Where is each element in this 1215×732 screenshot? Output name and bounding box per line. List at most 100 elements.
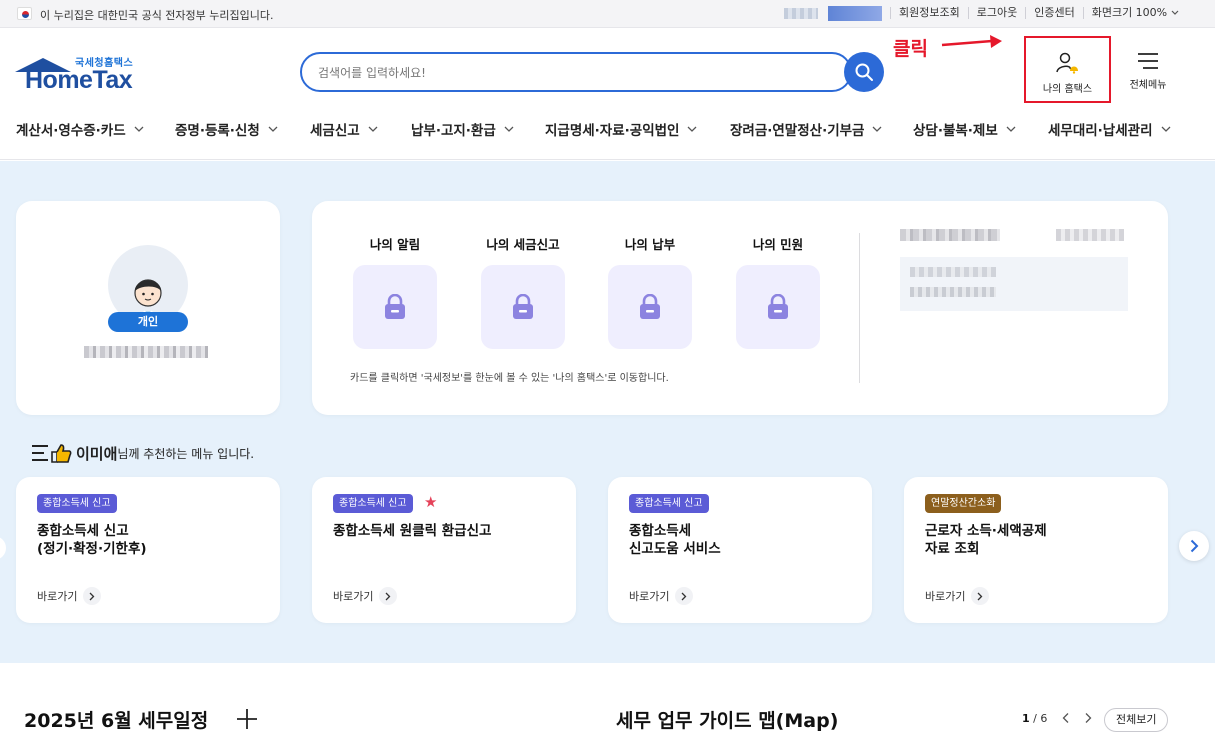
nav-label: 증명·등록·신청	[175, 123, 260, 139]
divider	[859, 233, 860, 383]
main-nav: 계산서·영수증·카드 증명·등록·신청 세금신고 납부·고지·환급 지급명세·자…	[0, 112, 1215, 160]
arrow-right-icon	[941, 35, 1002, 48]
page-total: / 6	[1033, 712, 1048, 725]
card-title: 종합소득세 신고 (정기·확정·기한후)	[37, 523, 147, 557]
recommend-card[interactable]: 종합소득세 신고 ★ 종합소득세 원클릭 환급신고 바로가기	[312, 477, 576, 623]
search-icon	[855, 63, 873, 81]
korea-flag-icon	[17, 7, 32, 20]
tile-title: 나의 세금신고	[486, 237, 560, 252]
chevron-down-icon	[268, 126, 278, 132]
lock-icon	[608, 265, 692, 349]
go-link[interactable]: 바로가기	[37, 587, 102, 605]
go-link[interactable]: 바로가기	[629, 587, 694, 605]
nav-invoice-receipt-card[interactable]: 계산서·영수증·카드	[16, 119, 144, 139]
screen-size-dropdown[interactable]: 화면크기 100%	[1082, 6, 1187, 19]
redacted-user-name	[828, 6, 882, 21]
pager: 1 / 6	[1022, 712, 1047, 725]
go-link[interactable]: 바로가기	[925, 587, 990, 605]
tile-title: 나의 납부	[624, 237, 676, 252]
lock-icon	[481, 265, 565, 349]
page-current: 1	[1022, 712, 1030, 725]
recommend-card[interactable]: 연말정산간소화 근로자 소득·세액공제 자료 조회 바로가기	[904, 477, 1168, 623]
hamburger-menu-icon	[1138, 53, 1158, 69]
redacted-info-box	[900, 257, 1128, 311]
search-input[interactable]	[318, 63, 818, 83]
chevron-left-icon[interactable]	[1061, 712, 1071, 724]
profile-card: 개인	[16, 201, 280, 415]
tile-title: 나의 민원	[752, 237, 804, 252]
chevron-down-icon	[1006, 126, 1016, 132]
all-menu-label: 전체메뉴	[1129, 80, 1167, 91]
nav-label: 납부·고지·환급	[411, 123, 496, 139]
chevron-right-icon	[971, 587, 990, 605]
tile-my-civil-petitions[interactable]: 나의 민원	[735, 234, 821, 349]
nav-tax-agent[interactable]: 세무대리·납세관리	[1048, 119, 1171, 139]
star-icon: ★	[424, 493, 438, 511]
logout-link[interactable]: 로그아웃	[967, 7, 1025, 19]
chevron-right-icon	[675, 587, 694, 605]
tile-title: 나의 알림	[369, 237, 421, 252]
user-name: 이미애	[76, 444, 118, 463]
cert-center-link[interactable]: 인증센터	[1025, 7, 1082, 19]
chevron-down-icon	[688, 126, 697, 132]
recommend-heading: 이미애 님께 추천하는 메뉴 입니다.	[30, 442, 254, 464]
nav-label: 세금신고	[310, 123, 360, 139]
card-title: 근로자 소득·세액공제 자료 조회	[925, 523, 1047, 557]
click-annotation: 클릭	[893, 38, 928, 60]
all-menu-button[interactable]: 전체메뉴	[1124, 52, 1172, 91]
hometax-logo[interactable]: 국세청홈택스 HomeTax	[15, 52, 145, 96]
tile-my-payment[interactable]: 나의 납부	[607, 234, 693, 349]
chevron-down-icon	[368, 126, 378, 132]
redacted-info	[900, 229, 1000, 241]
utility-bar: 이 누리집은 대한민국 공식 전자정부 누리집입니다. 회원정보조회 로그아웃 …	[0, 0, 1215, 28]
nav-label: 지급명세·자료·공익법인	[545, 123, 680, 139]
redacted-user-info	[784, 8, 818, 19]
logo-wordmark: HomeTax	[25, 66, 133, 94]
nav-incentive-yearend[interactable]: 장려금·연말정산·기부금	[730, 119, 882, 139]
go-label: 바로가기	[37, 590, 78, 603]
card-title: 종합소득세 원클릭 환급신고	[333, 523, 492, 539]
go-label: 바로가기	[333, 590, 374, 603]
gov-notice[interactable]: 이 누리집은 대한민국 공식 전자정부 누리집입니다.	[40, 7, 274, 23]
redacted-user-name	[84, 346, 208, 358]
lock-icon	[736, 265, 820, 349]
view-all-button[interactable]: 전체보기	[1104, 708, 1169, 732]
nav-tax-filing[interactable]: 세금신고	[310, 119, 378, 139]
recommend-card[interactable]: 종합소득세 신고 종합소득세 신고 (정기·확정·기한후) 바로가기	[16, 477, 280, 623]
schedule-title: 2025년 6월 세무일정	[24, 710, 209, 732]
chevron-down-icon	[134, 126, 144, 132]
nav-payment-refund[interactable]: 납부·고지·환급	[411, 119, 514, 139]
my-hometax-label: 나의 홈택스	[1042, 84, 1093, 95]
carousel-next-button[interactable]	[1179, 531, 1209, 561]
info-note: 카드를 클릭하면 '국세정보'를 한눈에 볼 수 있는 '나의 홈택스'로 이동…	[350, 373, 669, 384]
search-box	[300, 52, 852, 92]
my-hometax-button[interactable]: 나의 홈택스	[1024, 36, 1111, 103]
tile-my-tax-filing[interactable]: 나의 세금신고	[480, 234, 566, 349]
nav-label: 세무대리·납세관리	[1048, 123, 1153, 139]
chevron-right-icon[interactable]	[1083, 712, 1093, 724]
category-tag: 종합소득세 신고	[629, 494, 709, 513]
lock-icon	[353, 265, 437, 349]
guide-map-title: 세무 업무 가이드 맵(Map)	[616, 710, 839, 732]
nav-certificate-registration[interactable]: 증명·등록·신청	[175, 119, 278, 139]
screen-size-label: 화면크기 100%	[1091, 6, 1168, 19]
chevron-right-icon	[1190, 539, 1198, 553]
go-label: 바로가기	[629, 590, 670, 603]
nav-consult-appeal[interactable]: 상담·불복·제보	[913, 119, 1016, 139]
category-tag: 연말정산간소화	[925, 494, 1002, 513]
go-link[interactable]: 바로가기	[333, 587, 398, 605]
nav-label: 장려금·연말정산·기부금	[730, 123, 865, 139]
recommend-suffix: 님께 추천하는 메뉴 입니다.	[117, 446, 255, 461]
user-type-badge: 개인	[108, 312, 188, 332]
member-info-link[interactable]: 회원정보조회	[890, 7, 968, 19]
my-info-card: 나의 알림 나의 세금신고 나의 납부 나의 민원 카드를 클릭하면 '국세정보…	[312, 201, 1168, 415]
chevron-right-icon	[83, 587, 102, 605]
chevron-down-icon	[1161, 126, 1170, 132]
nav-label: 계산서·영수증·카드	[16, 123, 126, 139]
nav-payment-statement[interactable]: 지급명세·자료·공익법인	[545, 119, 697, 139]
plus-icon[interactable]	[236, 708, 258, 730]
utility-links: 회원정보조회 로그아웃 인증센터 화면크기 100%	[890, 7, 1187, 19]
tile-my-notifications[interactable]: 나의 알림	[352, 234, 438, 349]
recommend-card[interactable]: 종합소득세 신고 종합소득세 신고도움 서비스 바로가기	[608, 477, 872, 623]
search-button[interactable]	[844, 52, 884, 92]
